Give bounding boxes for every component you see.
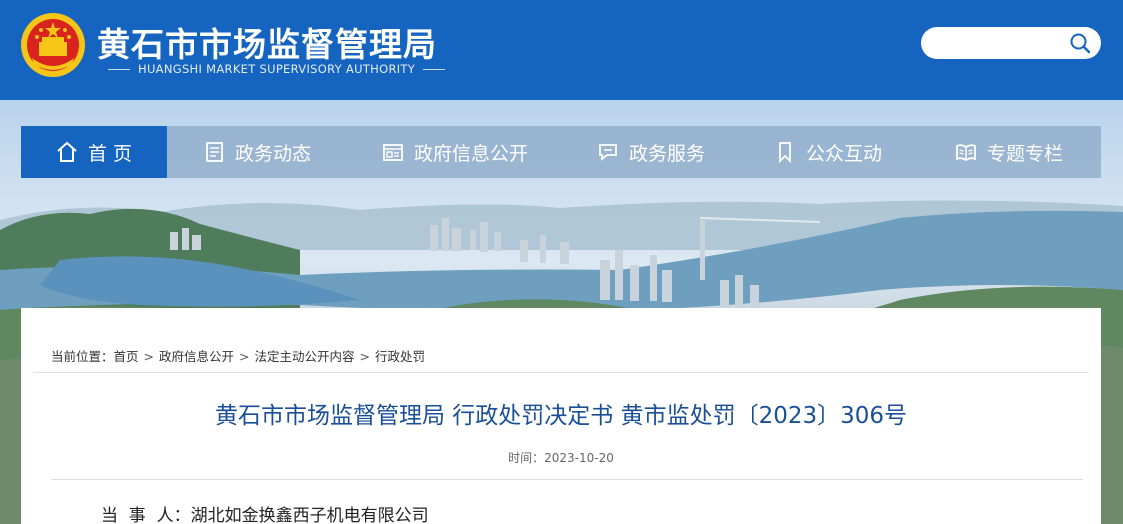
nav-item-label: 政府信息公开 xyxy=(413,142,528,165)
national-emblem-icon xyxy=(21,13,85,77)
site-subtitle: HUANGSHI MARKET SUPERVISORY AUTHORITY xyxy=(100,62,453,76)
subtitle-rule-left xyxy=(108,68,130,70)
search-input[interactable] xyxy=(935,33,1065,53)
breadcrumb-item-info-disclosure[interactable]: 政府信息公开 xyxy=(159,349,234,364)
breadcrumb-separator: > xyxy=(359,349,371,364)
nav-item-public-interaction[interactable]: 公众互动 xyxy=(739,126,917,178)
nav-item-label: 公众互动 xyxy=(805,142,882,165)
service-chat-icon xyxy=(599,144,617,161)
search-icon[interactable] xyxy=(1069,32,1091,54)
nav-item-info-disclosure[interactable]: 政府信息公开 xyxy=(347,126,563,178)
search-box[interactable] xyxy=(921,27,1101,59)
nav-item-services[interactable]: 政务服务 xyxy=(563,126,739,178)
nav-item-home[interactable]: 首 页 xyxy=(21,126,167,178)
subtitle-rule-right xyxy=(423,68,446,70)
nav-item-label: 政务动态 xyxy=(234,142,311,165)
news-icon xyxy=(206,142,223,162)
nav-item-label: 政务服务 xyxy=(628,142,705,165)
divider xyxy=(51,479,1083,480)
divider xyxy=(33,372,1089,373)
breadcrumb-item-administrative-penalty[interactable]: 行政处罚 xyxy=(375,349,425,364)
breadcrumb-separator: > xyxy=(239,349,250,364)
nav-item-label: 专题专栏 xyxy=(986,142,1063,165)
bookmark-icon xyxy=(779,142,791,163)
site-title: 黄石市市场监督管理局 xyxy=(97,25,437,64)
article-card: 当前位置：首页 > 政府信息公开 > 法定主动公开内容 > 行政处罚 黄石市市场监督管理局 … xyxy=(21,308,1101,524)
site-header: 黄石市市场监督管理局 HUANGSHI MARKET SUPERVISORY A… xyxy=(0,0,1123,100)
info-disclosure-icon xyxy=(383,144,403,161)
nav-item-news[interactable]: 政务动态 xyxy=(167,126,347,178)
article-title: 黄石市市场监督管理局 行政处罚决定书 黄市监处罚〔2023〕306号 xyxy=(214,403,908,429)
home-icon xyxy=(57,141,77,162)
party-line: 当 事 人：湖北如金换鑫西子机电有限公司 xyxy=(101,506,429,524)
book-icon xyxy=(956,144,976,162)
breadcrumb-item-statutory-content[interactable]: 法定主动公开内容 xyxy=(255,349,355,364)
breadcrumb: 当前位置：首页 > 政府信息公开 > 法定主动公开内容 > 行政处罚 xyxy=(51,346,425,365)
breadcrumb-separator: > xyxy=(143,349,155,364)
main-nav: 首 页 政务动态 政府信息公开 政务服务 公众互动 专题专栏 xyxy=(21,126,1101,178)
breadcrumb-prefix: 当前位置： xyxy=(51,349,114,364)
site-subtitle-text: HUANGSHI MARKET SUPERVISORY AUTHORITY xyxy=(138,62,416,76)
publish-time: 时间：2023-10-20 xyxy=(508,451,614,465)
nav-item-special-topics[interactable]: 专题专栏 xyxy=(917,126,1101,178)
nav-item-label: 首 页 xyxy=(87,142,133,165)
breadcrumb-item-home[interactable]: 首页 xyxy=(114,349,139,364)
